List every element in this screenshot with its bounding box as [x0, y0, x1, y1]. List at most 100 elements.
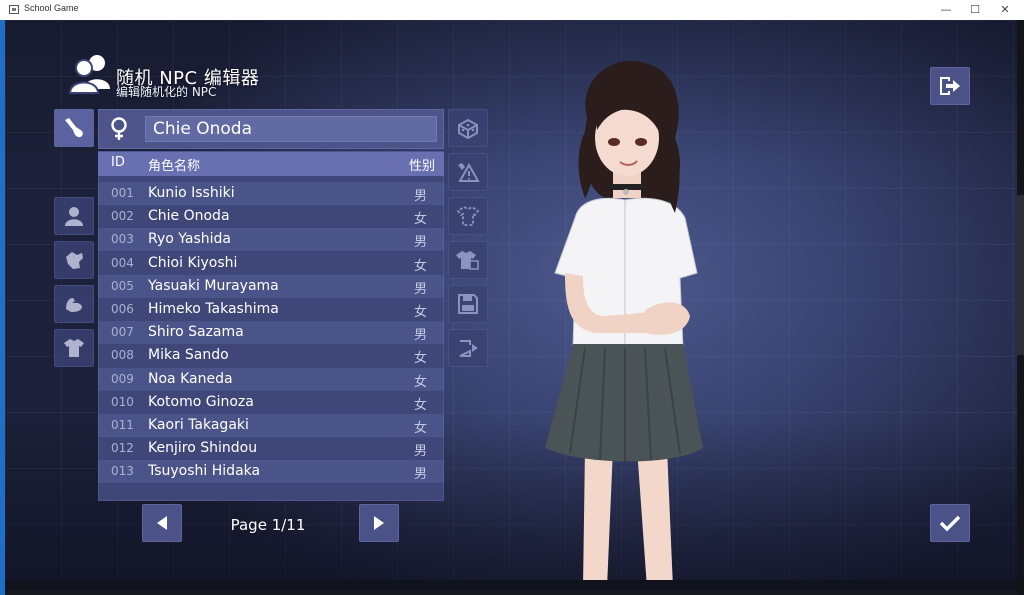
npc-character-portrait — [545, 60, 703, 588]
minimize-button[interactable]: — — [934, 2, 958, 17]
npc-list-row[interactable]: 009 Noa Kaneda 女 — [98, 367, 444, 391]
npc-gender: 男 — [414, 467, 428, 483]
previous-page-button[interactable] — [142, 504, 182, 542]
shirt-icon — [64, 339, 84, 357]
npc-list-row[interactable]: 005 Yasuaki Murayama 男 — [98, 274, 444, 298]
npc-list-row[interactable]: 010 Kotomo Ginoza 女 — [98, 391, 444, 414]
game-canvas: 随机 NPC 编辑器 编辑随机化的 NPC Chie Onoda ID 角色名称… — [5, 20, 1017, 590]
maximize-button[interactable]: ☐ — [963, 2, 987, 17]
npc-list-row[interactable]: 007 Shiro Sazama 男 — [98, 321, 444, 345]
npc-name: Noa Kaneda — [148, 370, 233, 387]
warning-icon — [458, 162, 480, 182]
npc-name: Mika Sando — [148, 347, 229, 364]
randomize-button[interactable] — [448, 109, 488, 147]
npc-gender: 女 — [414, 397, 428, 413]
outfit-edit-button[interactable] — [448, 241, 488, 279]
npc-name: Tsuyoshi Hidaka — [148, 463, 261, 480]
npc-gender: 男 — [414, 444, 428, 460]
npc-id: 001 — [111, 186, 134, 200]
clothing-tab-button[interactable] — [54, 329, 94, 367]
npc-list-row[interactable]: 003 Ryo Yashida 男 — [98, 228, 444, 252]
npc-id: 003 — [111, 232, 134, 247]
npc-name: Shiro Sazama — [148, 324, 244, 341]
npc-id: 010 — [111, 394, 134, 409]
exit-button[interactable] — [930, 67, 970, 105]
close-window-button[interactable]: ✕ — [993, 2, 1017, 17]
npc-name: Kenjiro Shindou — [148, 440, 258, 457]
window-titlebar: School Game — ☐ ✕ — [0, 0, 1024, 21]
npc-gender: 男 — [414, 235, 428, 251]
npc-gender: 女 — [414, 212, 428, 228]
npc-list-row[interactable]: 001 Kunio Isshiki 男 — [98, 182, 444, 205]
checkmark-icon — [939, 515, 961, 532]
npc-name: Chie Onoda — [148, 208, 230, 225]
page-subtitle: 编辑随机化的 NPC — [116, 85, 217, 99]
npc-list-row[interactable]: 011 Kaori Takagaki 女 — [98, 414, 444, 437]
desktop-edge-right — [1017, 20, 1024, 595]
page-indicator: Page 1/11 — [230, 516, 306, 534]
shirt-tag-icon — [456, 251, 479, 270]
npc-name: Kotomo Ginoza — [148, 393, 254, 410]
character-name-field[interactable]: Chie Onoda — [145, 116, 437, 142]
chevron-right-icon — [374, 516, 384, 530]
npc-name: Yasuaki Murayama — [148, 277, 279, 294]
npc-gender: 女 — [414, 374, 428, 390]
npc-id: 008 — [111, 348, 134, 363]
paint-brush-icon — [65, 118, 83, 138]
npc-list-header: ID 角色名称 性别 — [98, 152, 444, 176]
exit-door-icon — [940, 77, 960, 95]
npc-id: 013 — [111, 464, 134, 479]
npc-name: Ryo Yashida — [148, 231, 231, 248]
randomize-warning-button[interactable] — [448, 153, 488, 191]
outfit-outline-icon — [456, 205, 480, 226]
npc-list-row[interactable]: 004 Chioi Kiyoshi 女 — [98, 252, 444, 275]
column-name: 角色名称 — [148, 159, 201, 174]
npc-gender: 女 — [414, 258, 428, 274]
body-tab-button[interactable] — [54, 197, 94, 235]
npc-name: Chioi Kiyoshi — [148, 254, 238, 271]
npc-gender: 女 — [414, 305, 428, 320]
npc-id: 012 — [111, 441, 134, 456]
brush-tool-button[interactable] — [54, 109, 94, 147]
npc-name: Himeko Takashima — [148, 301, 279, 317]
npc-id: 002 — [111, 209, 134, 224]
npc-gender: 女 — [414, 421, 428, 436]
npc-list-row[interactable]: 012 Kenjiro Shindou 男 — [98, 437, 444, 460]
dice-icon — [458, 118, 478, 139]
npc-id: 004 — [111, 255, 134, 270]
strength-tab-button[interactable] — [54, 285, 94, 323]
npc-name: Kunio Isshiki — [148, 185, 235, 201]
app-icon — [9, 5, 19, 14]
npc-list-row[interactable]: 013 Tsuyoshi Hidaka 男 — [98, 460, 444, 484]
npc-gender: 男 — [414, 189, 428, 204]
npc-gender: 男 — [414, 328, 428, 344]
female-symbol-icon[interactable] — [106, 116, 132, 142]
load-button[interactable] — [448, 329, 488, 367]
gesture-tab-button[interactable] — [54, 241, 94, 279]
npc-id: 006 — [111, 302, 134, 316]
save-disk-icon — [458, 294, 478, 314]
save-button[interactable] — [448, 285, 488, 323]
npc-id: 005 — [111, 278, 134, 293]
npc-list-row[interactable]: 008 Mika Sando 女 — [98, 344, 444, 367]
muscle-arm-icon — [66, 298, 82, 312]
bottom-strip — [5, 580, 1017, 590]
people-icon — [68, 55, 110, 94]
person-icon — [65, 207, 83, 226]
chevron-left-icon — [157, 516, 167, 530]
npc-id: 011 — [111, 418, 134, 432]
load-icon — [459, 340, 478, 357]
hand-icon — [66, 252, 83, 269]
window-title: School Game — [24, 3, 79, 13]
npc-gender: 男 — [414, 281, 428, 297]
column-id: ID — [111, 155, 125, 170]
npc-id: 007 — [111, 325, 134, 340]
next-page-button[interactable] — [359, 504, 399, 542]
npc-list-row[interactable]: 002 Chie Onoda 女 — [98, 205, 444, 228]
outfit-button[interactable] — [448, 197, 488, 235]
confirm-button[interactable] — [930, 504, 970, 542]
column-gender: 性别 — [409, 159, 436, 174]
npc-gender: 女 — [414, 351, 428, 367]
npc-list-row[interactable]: 006 Himeko Takashima 女 — [98, 298, 444, 321]
npc-id: 009 — [111, 371, 134, 386]
